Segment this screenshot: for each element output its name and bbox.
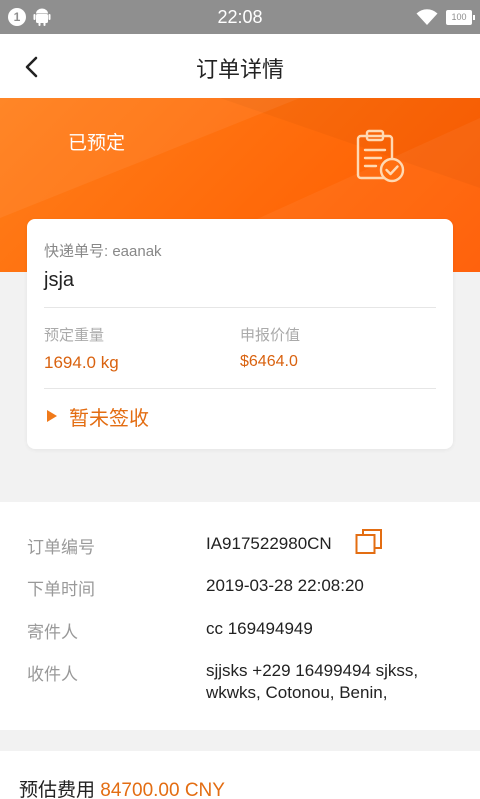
fee-label: 预估费用: [19, 780, 96, 799]
shipment-name: jsja: [44, 269, 75, 291]
order-number-label: 订单编号: [27, 538, 95, 557]
status-time: 22:08: [217, 7, 263, 27]
sign-status-toggle[interactable]: 暂未签收: [47, 404, 149, 430]
fee-bar: 预估费用 84700.00 CNY: [0, 751, 480, 799]
declared-value-label: 申报价值: [240, 327, 301, 344]
tracking-value: eaanak: [112, 243, 162, 260]
caret-right-icon: [47, 410, 57, 422]
receiver-value: sjjsks +229 16499494 sjkss, wkwks, Coton…: [206, 660, 418, 704]
receiver-label: 收件人: [27, 665, 78, 684]
estimated-fee: 预估费用 84700.00 CNY: [19, 775, 225, 799]
sender-label: 寄件人: [27, 623, 78, 642]
declared-value: $6464.0: [240, 353, 298, 370]
order-time-value: 2019-03-28 22:08:20: [206, 576, 364, 595]
shipment-card: 快递单号: eaanak jsja 预定重量 1694.0 kg 申报价值 $6…: [27, 219, 453, 449]
sign-status-text: 暂未签收: [69, 407, 149, 430]
divider: [44, 388, 436, 389]
divider: [44, 307, 436, 308]
battery-icon: 100: [446, 10, 475, 25]
status-bar: 1 22:08 100: [0, 0, 480, 34]
copy-icon[interactable]: [355, 528, 383, 556]
order-number-value: IA917522980CN: [206, 534, 332, 553]
order-time-label: 下单时间: [27, 580, 95, 599]
weight-label: 预定重量: [44, 327, 105, 344]
fee-amount: 84700.00 CNY: [100, 780, 225, 799]
tracking-number: 快递单号: eaanak: [44, 240, 162, 261]
order-status-label: 已预定: [68, 133, 126, 154]
page-title: 订单详情: [195, 57, 284, 82]
receiver-line-2: wkwks, Cotonou, Benin,: [206, 683, 388, 702]
sender-value: cc 169494949: [206, 619, 313, 638]
wifi-icon: [416, 9, 438, 25]
nav-bar: 订单详情: [0, 34, 480, 98]
order-details-section: 订单编号 IA917522980CN 下单时间 2019-03-28 22:08…: [0, 502, 480, 730]
tracking-label: 快递单号:: [44, 243, 109, 260]
clipboard-check-icon: [356, 129, 405, 183]
receiver-line-1: sjjsks +229 16499494 sjkss,: [206, 661, 419, 680]
weight-value: 1694.0 kg: [44, 353, 119, 372]
